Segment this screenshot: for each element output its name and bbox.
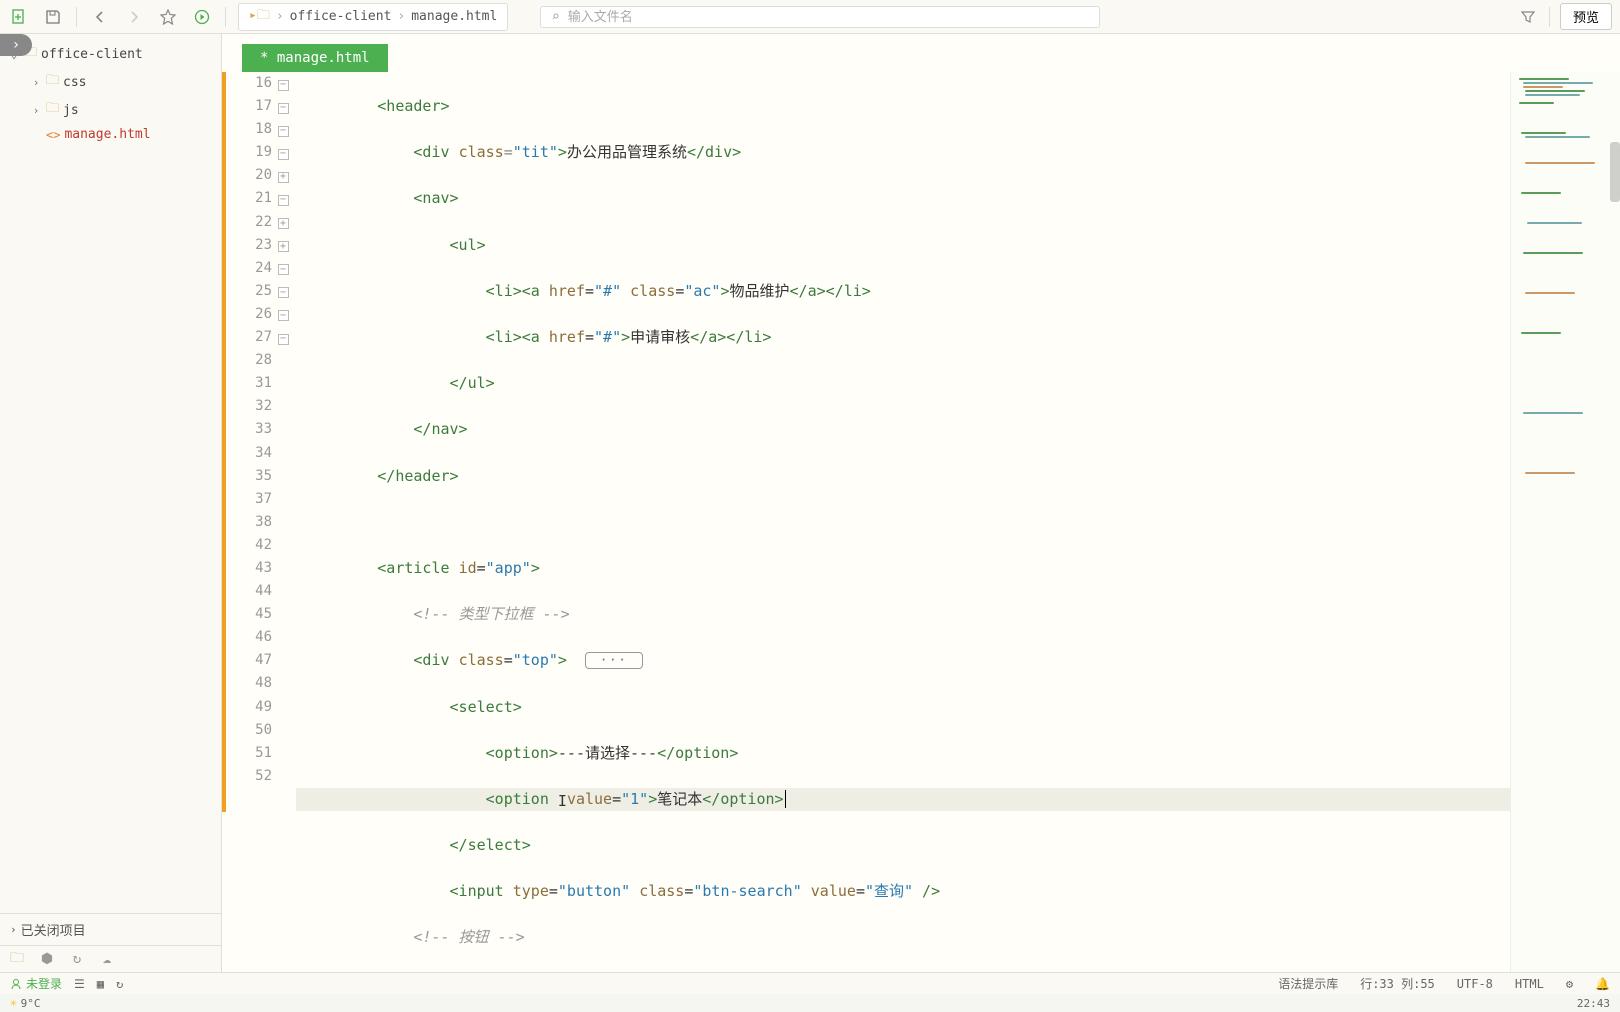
cursor-position[interactable]: 行:33 列:55 <box>1360 975 1435 992</box>
editor-area: * manage.html 16171819202122232425262728… <box>222 34 1620 972</box>
project-name: office-client <box>41 47 143 62</box>
syntax-hint[interactable]: 语法提示库 <box>1278 975 1338 992</box>
sync-status-icon[interactable]: ↻ <box>116 977 123 991</box>
filter-icon[interactable] <box>1517 6 1539 28</box>
breadcrumb-root[interactable]: office-client <box>290 9 392 24</box>
line-gutter: 1617181920212223242526272831323334353738… <box>222 72 274 972</box>
settings-icon[interactable]: ⚙ <box>1566 977 1573 991</box>
new-file-icon[interactable] <box>8 6 30 28</box>
tree-root[interactable]: ⌄🗀 office-client <box>0 40 221 68</box>
minimap-scrollbar[interactable] <box>1610 142 1620 202</box>
breadcrumb[interactable]: ▸🗀 › office-client › manage.html <box>238 3 508 31</box>
save-icon[interactable] <box>42 6 64 28</box>
file-explorer: ⌄🗀 office-client ›🗀 css ›🗀 js <> manage.… <box>0 34 222 972</box>
sun-icon: ☀ <box>10 997 17 1010</box>
tree-file-manage[interactable]: <> manage.html <box>0 124 221 145</box>
forward-icon[interactable] <box>123 6 145 28</box>
bell-icon[interactable]: 🔔 <box>1595 977 1610 991</box>
minimap[interactable] <box>1510 72 1620 972</box>
preview-button[interactable]: 预览 <box>1560 3 1612 30</box>
tab-manage[interactable]: * manage.html <box>242 44 388 72</box>
sync-icon[interactable]: ↻ <box>68 950 86 968</box>
back-icon[interactable] <box>89 6 111 28</box>
search-icon: ⌕ <box>551 9 559 25</box>
run-icon[interactable] <box>191 6 213 28</box>
language-mode[interactable]: HTML <box>1515 977 1544 991</box>
fold-pill[interactable]: ··· <box>585 652 643 669</box>
encoding[interactable]: UTF-8 <box>1457 977 1493 991</box>
taskbar-clock[interactable]: 22:43 <box>1577 997 1610 1010</box>
expand-handle[interactable]: › <box>0 34 32 56</box>
tree-folder-js[interactable]: ›🗀 js <box>0 96 221 124</box>
file-search[interactable]: ⌕ <box>540 6 1100 28</box>
search-input[interactable] <box>568 9 1090 24</box>
folder-icon: ▸🗀 <box>249 6 270 28</box>
editor-tabs: * manage.html <box>222 34 1620 72</box>
editor-body[interactable]: 1617181920212223242526272831323334353738… <box>222 72 1620 972</box>
breadcrumb-file[interactable]: manage.html <box>411 9 497 24</box>
layout-icon[interactable]: ▦ <box>97 977 104 991</box>
star-icon[interactable] <box>157 6 179 28</box>
top-toolbar: ▸🗀 › office-client › manage.html ⌕ 预览 <box>0 0 1620 34</box>
code-content[interactable]: <header> <div class="tit">办公用品管理系统</div>… <box>292 72 1510 972</box>
closed-projects[interactable]: › 已关闭项目 <box>0 913 221 945</box>
tree-folder-css[interactable]: ›🗀 css <box>0 68 221 96</box>
terminal-icon[interactable]: 🗀 <box>8 950 26 968</box>
weather-widget[interactable]: ☀ 9°C <box>10 997 41 1010</box>
sidebar-bottom-bar: 🗀 ⬢ ↻ ☁ <box>0 945 221 972</box>
change-marker <box>222 72 226 812</box>
cloud-icon[interactable]: ☁ <box>98 950 116 968</box>
bug-icon[interactable]: ⬢ <box>38 950 56 968</box>
os-taskbar: ☀ 9°C 22:43 <box>0 994 1620 1012</box>
status-bar: 未登录 ☰ ▦ ↻ 语法提示库 行:33 列:55 UTF-8 HTML ⚙ 🔔 <box>0 972 1620 994</box>
login-status[interactable]: 未登录 <box>10 975 62 992</box>
fold-column: −−−−+−++−−−− <box>274 72 292 972</box>
list-icon[interactable]: ☰ <box>74 977 85 991</box>
